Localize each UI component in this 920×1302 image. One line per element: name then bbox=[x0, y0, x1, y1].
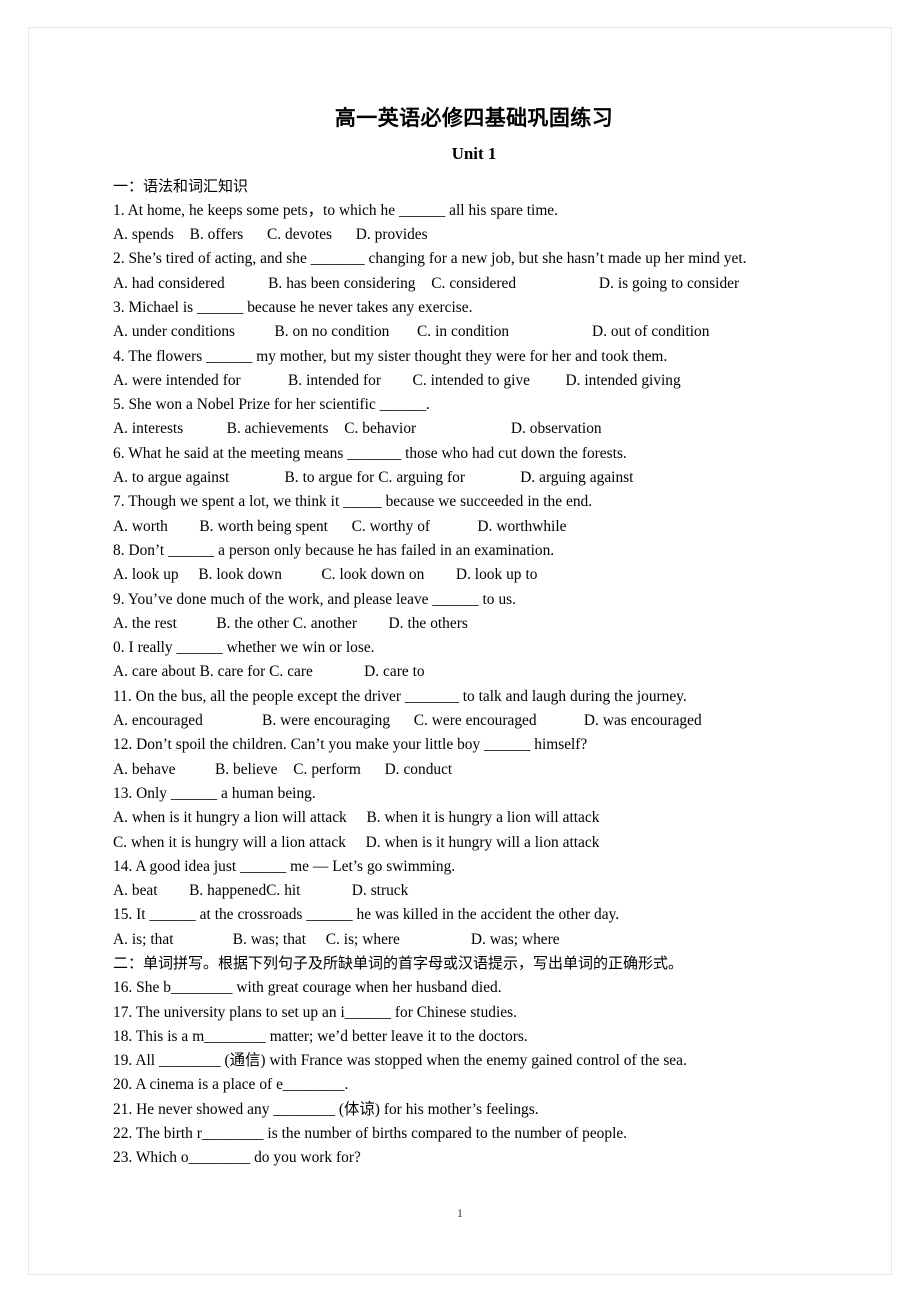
question-options: A. to argue against B. to argue for C. a… bbox=[113, 469, 634, 487]
question-options: A. interests B. achievements C. behavior… bbox=[113, 420, 602, 438]
question-stem: 13. Only ______ a human being. bbox=[113, 784, 316, 802]
question-options: A. were intended for B. intended for C. … bbox=[113, 371, 681, 389]
question-options: A. the rest B. the other C. another D. t… bbox=[113, 614, 468, 632]
spelling-question: 21. He never showed any ________ (体谅) fo… bbox=[113, 1100, 539, 1118]
question-options: A. when is it hungry a lion will attack … bbox=[113, 809, 600, 827]
question-stem: 8. Don’t ______ a person only because he… bbox=[113, 541, 555, 559]
page-title: 高一英语必修四基础巩固练习 bbox=[334, 106, 614, 130]
spelling-question: 19. All ________ (通信) with France was st… bbox=[113, 1052, 687, 1070]
document-content: 高一英语必修四基础巩固练习 Unit 1 一：语法和词汇知识 1. At hom… bbox=[113, 105, 835, 1171]
question-options: A. care about B. care for C. care D. car… bbox=[113, 663, 425, 681]
question-stem: 5. She won a Nobel Prize for her scienti… bbox=[113, 396, 430, 414]
question-options: A. spends B. offers C. devotes D. provid… bbox=[113, 226, 428, 244]
question-options: A. behave B. believe C. perform D. condu… bbox=[113, 760, 453, 778]
section-one-heading: 一：语法和词汇知识 bbox=[113, 178, 249, 195]
question-stem: 11. On the bus, all the people except th… bbox=[113, 687, 687, 705]
page-number: 1 bbox=[457, 1206, 463, 1220]
worksheet-page: 高一英语必修四基础巩固练习 Unit 1 一：语法和词汇知识 1. At hom… bbox=[0, 0, 920, 1302]
question-stem: 14. A good idea just ______ me — Let’s g… bbox=[113, 857, 456, 875]
question-options: A. encouraged B. were encouraging C. wer… bbox=[113, 712, 702, 730]
unit-subtitle: Unit 1 bbox=[451, 144, 497, 164]
section-two: 二：单词拼写。根据下列句子及所缺单词的首字母或汉语提示，写出单词的正确形式。 1… bbox=[113, 952, 835, 1171]
question-stem: 3. Michael is ______ because he never ta… bbox=[113, 298, 473, 316]
question-options: A. worth B. worth being spent C. worthy … bbox=[113, 517, 567, 535]
question-options: A. beat B. happenedC. hit D. struck bbox=[113, 882, 409, 900]
spelling-question: 18. This is a m________ matter; we’d bet… bbox=[113, 1027, 528, 1045]
question-options: A. under conditions B. on no condition C… bbox=[113, 323, 710, 341]
section-two-heading: 二：单词拼写。根据下列句子及所缺单词的首字母或汉语提示，写出单词的正确形式。 bbox=[113, 956, 684, 972]
question-options: C. when it is hungry will a lion attack … bbox=[113, 833, 600, 851]
question-options: A. had considered B. has been considerin… bbox=[113, 274, 740, 292]
spelling-question: 17. The university plans to set up an i_… bbox=[113, 1003, 517, 1021]
spelling-question: 16. She b________ with great courage whe… bbox=[113, 979, 502, 997]
question-stem: 15. It ______ at the crossroads ______ h… bbox=[113, 906, 620, 924]
section-one: 一：语法和词汇知识 1. At home, he keeps some pets… bbox=[113, 175, 835, 953]
question-stem: 0. I really ______ whether we win or los… bbox=[113, 639, 375, 657]
question-stem: 2. She’s tired of acting, and she ______… bbox=[113, 250, 747, 268]
question-stem: 6. What he said at the meeting means ___… bbox=[113, 444, 627, 462]
question-stem: 9. You’ve done much of the work, and ple… bbox=[113, 590, 516, 608]
question-options: A. look up B. look down C. look down on … bbox=[113, 566, 538, 584]
question-stem: 4. The flowers ______ my mother, but my … bbox=[113, 347, 668, 365]
spelling-question: 20. A cinema is a place of e________. bbox=[113, 1076, 349, 1094]
question-stem: 1. At home, he keeps some pets，to which … bbox=[113, 201, 558, 219]
question-stem: 12. Don’t spoil the children. Can’t you … bbox=[113, 736, 588, 754]
spelling-question: 23. Which o________ do you work for? bbox=[113, 1149, 361, 1167]
spelling-question: 22. The birth r________ is the number of… bbox=[113, 1125, 628, 1143]
question-stem: 7. Though we spent a lot, we think it __… bbox=[113, 493, 593, 511]
question-options: A. is; that B. was; that C. is; where D.… bbox=[113, 930, 560, 948]
